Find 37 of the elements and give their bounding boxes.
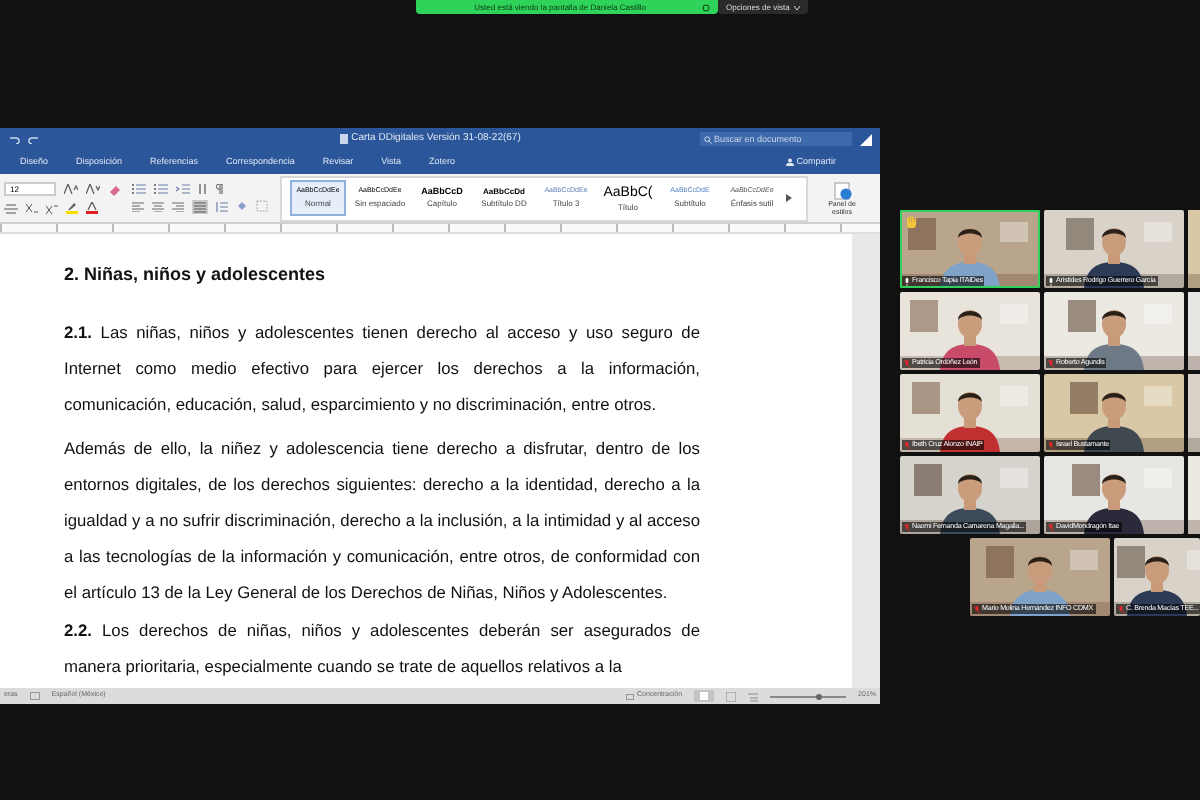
eraser-icon[interactable] <box>108 183 120 195</box>
grow-font-icon[interactable] <box>64 184 78 194</box>
paragraph: Además de ello, la niñez y adolescencia tiene derecho a disfrutar, dentro de los entornos digitales, de los derechos siguientes: derecho a la identidad, derecho a la igualdad y a no sufrir discriminación, derecho a la inclusión, a la intimidad y al acceso a las tecnologías de la información y comunicación, entre otros, de conformidad con el artículo 13 de la Ley General de los Derechos de Niñas, Niños y Adolescentes. <box>64 436 700 606</box>
subscript-icon[interactable] <box>26 203 38 213</box>
focus-icon <box>626 693 635 699</box>
numbered-list-icon[interactable] <box>154 183 168 193</box>
undo-icon[interactable] <box>8 134 20 144</box>
paragraph-mark-icon[interactable] <box>216 183 224 193</box>
proofing-icon[interactable] <box>29 692 40 700</box>
redo-icon[interactable] <box>28 134 40 144</box>
superscript-icon[interactable] <box>46 203 58 213</box>
slider-thumb[interactable] <box>815 693 822 699</box>
feedback-icon[interactable] <box>860 133 872 145</box>
align-right-icon[interactable] <box>172 201 184 211</box>
justify-icon[interactable] <box>192 199 208 213</box>
status-icon <box>702 3 711 11</box>
caret-icon[interactable] <box>786 194 792 202</box>
search-icon <box>704 135 712 143</box>
paragraph: 2.1. Las niñas, niños y adolescentes tienen derecho al acceso y uso seguro de Internet como medio efectivo para ejercer los derechos a la información, comunicación, educación, salud, esparcimiento y no discriminación, entre otros. <box>64 320 700 418</box>
highlight-icon[interactable] <box>66 202 78 214</box>
indent-icon[interactable] <box>176 183 190 193</box>
bullet-list-icon[interactable] <box>132 183 146 193</box>
line-spacing-icon[interactable] <box>216 201 228 211</box>
shading-icon[interactable] <box>236 200 248 212</box>
zoom-slider[interactable] <box>770 692 847 700</box>
align-left-icon[interactable] <box>132 201 144 211</box>
caret-icon <box>793 5 800 9</box>
strikethrough-icon[interactable] <box>4 203 18 213</box>
section-heading: 2. Niñas, niños y adolescentes <box>64 262 328 286</box>
document-icon <box>339 134 348 144</box>
font-color-icon[interactable] <box>86 202 98 214</box>
paragraph: 2.2. Los derechos de niñas, niños y adolescentes deberán ser asegurados de manera prioritaria, especialmente cuando se trate de aquellos relativos a la <box>64 618 700 680</box>
styles-pane-icon <box>833 181 851 199</box>
shrink-font-icon[interactable] <box>86 184 100 194</box>
align-center-icon[interactable] <box>152 201 164 211</box>
sort-icon[interactable] <box>198 183 208 193</box>
person-icon <box>786 158 795 166</box>
